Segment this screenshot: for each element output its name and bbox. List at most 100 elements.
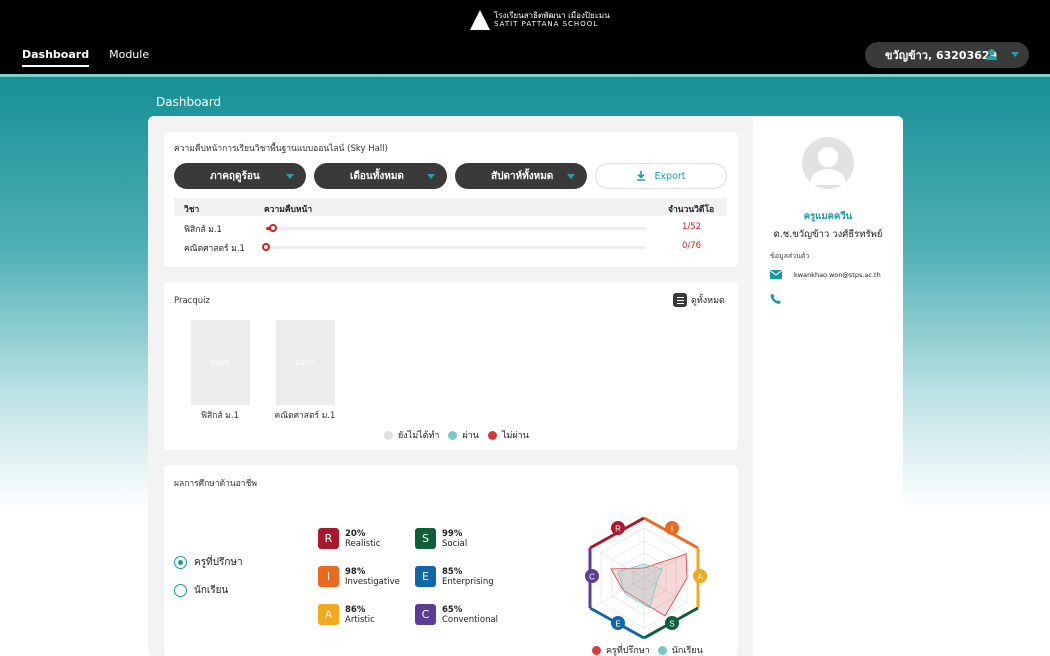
user-silhouette-icon bbox=[810, 147, 846, 185]
download-icon bbox=[637, 171, 646, 181]
profile-panel bbox=[753, 116, 903, 656]
radar-vertex-e: E bbox=[611, 616, 625, 630]
riasec-radar-chart: R I A S E C bbox=[585, 516, 707, 640]
week-dropdown-label: สัปดาห์ทั้งหมด bbox=[491, 170, 554, 182]
table-row[interactable]: ฟิสิกส์ ม.1 1/52 bbox=[174, 219, 727, 237]
pracquiz-legend: ยังไม่ได้ทำ ผ่าน ไม่ผ่าน bbox=[384, 428, 529, 442]
legend-fail: ไม่ผ่าน bbox=[501, 431, 529, 441]
export-button[interactable]: Export bbox=[595, 163, 727, 189]
riasec-realistic: R 20% Realistic bbox=[318, 528, 380, 549]
tab-module[interactable]: Module bbox=[109, 48, 149, 67]
svg-text:I: I bbox=[671, 525, 673, 534]
svg-text:R: R bbox=[615, 525, 621, 534]
column-subject: วิชา bbox=[184, 205, 200, 215]
column-video-count: จำนวนวิดีโอ bbox=[668, 205, 715, 215]
tab-dashboard[interactable]: Dashboard bbox=[22, 48, 90, 67]
top-navbar: โรงเรียนสาธิตพัฒนา เมืองปิยะมน SATIT PAT… bbox=[0, 0, 1050, 74]
phone-icon bbox=[770, 293, 781, 304]
legend-fail-dot bbox=[487, 430, 497, 440]
radar-vertex-i: I bbox=[665, 521, 679, 535]
chevron-down-icon bbox=[427, 174, 435, 179]
month-dropdown-label: เดือนทั้งหมด bbox=[350, 170, 404, 182]
page-title: Dashboard bbox=[156, 95, 222, 109]
radar-vertex-a: A bbox=[693, 569, 707, 583]
view-all-button[interactable]: ดูทั้งหมด bbox=[673, 293, 725, 307]
month-dropdown[interactable]: เดือนทั้งหมด bbox=[314, 163, 447, 189]
svg-text:C: C bbox=[589, 573, 595, 582]
phone-row[interactable] bbox=[770, 290, 782, 309]
view-all-label: ดูทั้งหมด bbox=[691, 296, 725, 306]
riasec-badge: E bbox=[415, 566, 436, 587]
legend-pass-dot bbox=[448, 430, 458, 440]
riasec-percent: 65% bbox=[442, 604, 463, 615]
legend-not-done-dot bbox=[384, 430, 393, 440]
riasec-artistic: A 86% Artistic bbox=[318, 604, 375, 625]
progress-table-header: วิชา ความคืบหน้า จำนวนวิดีโอ bbox=[174, 198, 727, 216]
riasec-conventional: C 65% Conventional bbox=[415, 604, 498, 625]
radio-unselected-icon bbox=[174, 584, 187, 597]
legend-student-dot bbox=[657, 645, 667, 655]
quiz-label-math: คณิตศาสตร์ ม.1 bbox=[274, 411, 336, 421]
export-button-label: Export bbox=[654, 170, 686, 182]
user-menu-button[interactable]: ขวัญข้าว, 63203629 bbox=[865, 42, 1029, 68]
riasec-name: Artistic bbox=[345, 614, 375, 625]
legend-not-done: ยังไม่ได้ทำ bbox=[398, 431, 440, 441]
progress-track bbox=[262, 243, 646, 251]
riasec-name: Realistic bbox=[345, 538, 381, 549]
riasec-name: Enterprising bbox=[442, 576, 494, 587]
career-title: ผลการศึกษาด้านอาชีพ bbox=[174, 479, 257, 489]
semester-dropdown[interactable]: ภาคฤดูร้อน bbox=[174, 163, 306, 189]
progress-card-title: ความคืบหน้าการเรียนวิชาพื้นฐานแบบออนไลน์… bbox=[174, 144, 388, 154]
radio-advisor[interactable]: ครูที่ปรึกษา bbox=[174, 555, 243, 570]
riasec-badge: R bbox=[318, 528, 339, 549]
pracquiz-card bbox=[164, 282, 738, 450]
table-row[interactable]: คณิตศาสตร์ ม.1 0/76 bbox=[174, 238, 727, 256]
contact-heading: ข้อมูลส่วนตัว bbox=[770, 252, 810, 260]
main-nav: Dashboard Module bbox=[22, 48, 149, 67]
user-icon bbox=[986, 49, 997, 60]
list-icon bbox=[673, 293, 687, 307]
riasec-badge: S bbox=[415, 528, 436, 549]
riasec-name: Conventional bbox=[442, 614, 499, 625]
riasec-investigative: I 98% Investigative bbox=[318, 566, 400, 587]
column-progress: ความคืบหน้า bbox=[264, 205, 313, 215]
quiz-bar-math[interactable]: 100% bbox=[276, 320, 335, 405]
row-video-count: 0/76 bbox=[682, 241, 702, 251]
riasec-percent: 99% bbox=[442, 528, 463, 539]
email-row[interactable]: kwankhao.won@stps.ac.th bbox=[770, 270, 881, 279]
logo-english-name: SATIT PATTANA SCHOOL bbox=[494, 20, 599, 28]
radio-student[interactable]: นักเรียน bbox=[174, 583, 228, 598]
svg-text:E: E bbox=[615, 620, 620, 629]
logo-triangle-icon bbox=[470, 10, 490, 30]
radar-legend: ครูที่ปรึกษา นักเรียน bbox=[592, 643, 703, 656]
row-video-count: 1/52 bbox=[682, 222, 702, 232]
student-full-name: ด.ช.ขวัญข้าว วงศ์ธีรทรัพย์ bbox=[773, 229, 883, 240]
legend-student: นักเรียน bbox=[671, 646, 703, 656]
avatar[interactable] bbox=[802, 137, 854, 189]
chevron-down-icon bbox=[567, 174, 575, 179]
legend-pass: ผ่าน bbox=[462, 431, 479, 441]
advisor-name: ครูแมคควีน bbox=[803, 211, 853, 222]
riasec-badge: A bbox=[318, 604, 339, 625]
svg-text:A: A bbox=[697, 573, 703, 582]
riasec-name: Investigative bbox=[345, 576, 400, 587]
row-subject: ฟิสิกส์ ม.1 bbox=[184, 225, 222, 235]
chevron-down-icon bbox=[286, 174, 294, 179]
mail-icon bbox=[770, 270, 782, 279]
banner-divider bbox=[0, 74, 1050, 77]
legend-advisor: ครูที่ปรึกษา bbox=[606, 646, 650, 656]
semester-dropdown-label: ภาคฤดูร้อน bbox=[210, 170, 260, 182]
quiz-bar-physics[interactable]: 100% bbox=[191, 320, 250, 405]
svg-text:S: S bbox=[669, 620, 674, 629]
riasec-social: S 99% Social bbox=[415, 528, 467, 549]
riasec-percent: 86% bbox=[345, 604, 366, 615]
week-dropdown[interactable]: สัปดาห์ทั้งหมด bbox=[455, 163, 587, 189]
riasec-name: Social bbox=[442, 538, 468, 549]
radar-vertex-r: R bbox=[611, 521, 625, 535]
radar-vertex-s: S bbox=[665, 616, 679, 630]
email-text: kwankhao.won@stps.ac.th bbox=[794, 270, 881, 279]
progress-marker bbox=[269, 224, 278, 232]
school-logo[interactable]: โรงเรียนสาธิตพัฒนา เมืองปิยะมน SATIT PAT… bbox=[470, 10, 610, 30]
logo-thai-name: โรงเรียนสาธิตพัฒนา เมืองปิยะมน bbox=[494, 11, 610, 20]
riasec-badge: I bbox=[318, 566, 339, 587]
